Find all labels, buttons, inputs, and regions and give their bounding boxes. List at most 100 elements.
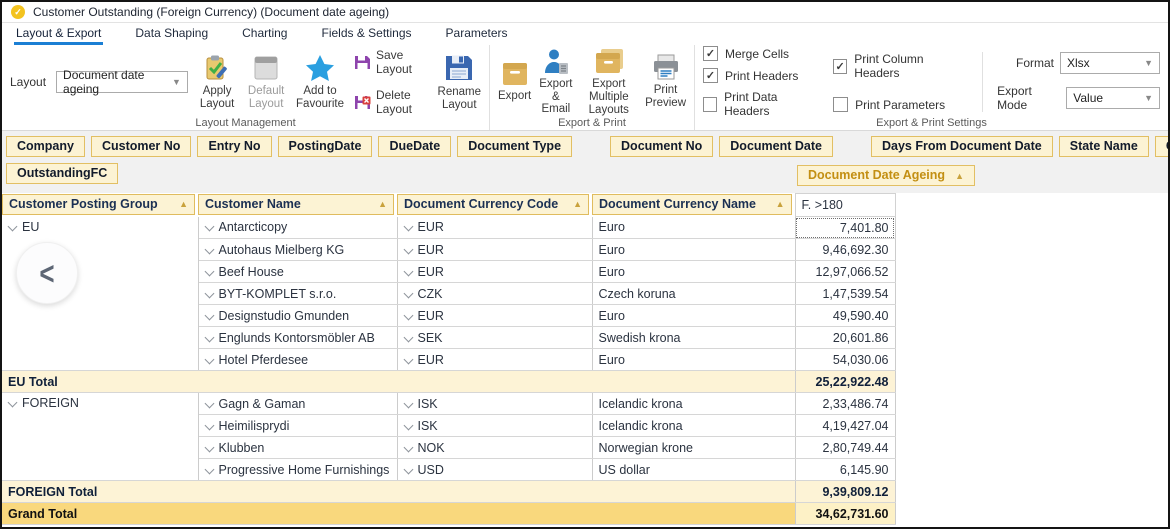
- collapse-chevron-icon[interactable]: [204, 442, 214, 452]
- value-cell-selected[interactable]: 7,401.80: [795, 217, 895, 239]
- customer-cell[interactable]: Beef House: [198, 261, 397, 283]
- collapse-chevron-icon[interactable]: [403, 354, 413, 364]
- customer-cell[interactable]: Autohaus Mielberg KG: [198, 239, 397, 261]
- collapse-chevron-icon[interactable]: [8, 221, 18, 231]
- collapse-chevron-icon[interactable]: [204, 332, 214, 342]
- chip-entry-no[interactable]: Entry No: [197, 136, 271, 157]
- header-value-column[interactable]: F. >180: [795, 194, 895, 217]
- header-customer-posting-group[interactable]: Customer Posting Group▲: [2, 194, 195, 215]
- currency-code-cell[interactable]: EUR: [397, 305, 592, 327]
- currency-name-cell[interactable]: Icelandic krona: [592, 415, 795, 437]
- collapse-panel-button[interactable]: <: [16, 242, 78, 304]
- currency-name-cell[interactable]: Czech koruna: [592, 283, 795, 305]
- add-to-favourite-button[interactable]: Add to Favourite: [296, 54, 344, 111]
- header-document-currency-name[interactable]: Document Currency Name▲: [592, 194, 792, 215]
- currency-code-cell[interactable]: ISK: [397, 393, 592, 415]
- currency-name-cell[interactable]: Euro: [592, 261, 795, 283]
- collapse-chevron-icon[interactable]: [403, 288, 413, 298]
- currency-code-cell[interactable]: EUR: [397, 239, 592, 261]
- foreign-total-value[interactable]: 9,39,809.12: [795, 481, 895, 503]
- collapse-chevron-icon[interactable]: [204, 398, 214, 408]
- collapse-chevron-icon[interactable]: [204, 420, 214, 430]
- currency-code-cell[interactable]: ISK: [397, 415, 592, 437]
- collapse-chevron-icon[interactable]: [403, 442, 413, 452]
- customer-cell[interactable]: Klubben: [198, 437, 397, 459]
- eu-total-value[interactable]: 25,22,922.48: [795, 371, 895, 393]
- export-multiple-layouts-button[interactable]: Export Multiple Layouts: [581, 47, 638, 117]
- currency-name-cell[interactable]: US dollar: [592, 459, 795, 481]
- currency-name-cell[interactable]: Icelandic krona: [592, 393, 795, 415]
- merge-cells-checkbox[interactable]: ✓ Merge Cells: [703, 46, 819, 61]
- chip-document-no[interactable]: Document No: [610, 136, 713, 157]
- collapse-chevron-icon[interactable]: [403, 420, 413, 430]
- customer-cell[interactable]: Hotel Pferdesee: [198, 349, 397, 371]
- chip-document-date[interactable]: Document Date: [719, 136, 833, 157]
- collapse-chevron-icon[interactable]: [204, 354, 214, 364]
- print-parameters-checkbox[interactable]: Print Parameters: [833, 97, 964, 112]
- chip-currency-code[interactable]: Currency Code: [1155, 136, 1170, 157]
- currency-name-cell[interactable]: Euro: [592, 217, 795, 239]
- chip-days-from-document-date[interactable]: Days From Document Date: [871, 136, 1053, 157]
- value-cell[interactable]: 2,33,486.74: [795, 393, 895, 415]
- tab-parameters[interactable]: Parameters: [444, 23, 510, 45]
- value-cell[interactable]: 4,19,427.04: [795, 415, 895, 437]
- value-cell[interactable]: 1,47,539.54: [795, 283, 895, 305]
- collapse-chevron-icon[interactable]: [204, 266, 214, 276]
- value-cell[interactable]: 9,46,692.30: [795, 239, 895, 261]
- layout-dropdown[interactable]: Document date ageing ▼: [56, 71, 188, 93]
- collapse-chevron-icon[interactable]: [403, 222, 413, 232]
- customer-cell[interactable]: Gagn & Gaman: [198, 393, 397, 415]
- chip-state-name[interactable]: State Name: [1059, 136, 1149, 157]
- chip-company[interactable]: Company: [6, 136, 85, 157]
- header-document-currency-code[interactable]: Document Currency Code▲: [397, 194, 589, 215]
- collapse-chevron-icon[interactable]: [204, 310, 214, 320]
- header-customer-name[interactable]: Customer Name▲: [198, 194, 394, 215]
- group-cell-foreign[interactable]: FOREIGN: [2, 393, 198, 481]
- currency-code-cell[interactable]: SEK: [397, 327, 592, 349]
- chip-document-date-ageing[interactable]: Document Date Ageing▲: [797, 165, 975, 186]
- value-cell[interactable]: 12,97,066.52: [795, 261, 895, 283]
- value-cell[interactable]: 6,145.90: [795, 459, 895, 481]
- currency-code-cell[interactable]: NOK: [397, 437, 592, 459]
- customer-cell[interactable]: Designstudio Gmunden: [198, 305, 397, 327]
- delete-layout-button[interactable]: Delete Layout: [354, 88, 428, 116]
- customer-cell[interactable]: Antarcticopy: [198, 217, 397, 239]
- collapse-chevron-icon[interactable]: [8, 398, 18, 408]
- collapse-chevron-icon[interactable]: [204, 244, 214, 254]
- customer-cell[interactable]: Englunds Kontorsmöbler AB: [198, 327, 397, 349]
- value-cell[interactable]: 49,590.40: [795, 305, 895, 327]
- collapse-chevron-icon[interactable]: [403, 266, 413, 276]
- currency-name-cell[interactable]: Euro: [592, 305, 795, 327]
- rename-layout-button[interactable]: Rename Layout: [438, 53, 481, 112]
- print-column-headers-checkbox[interactable]: ✓ Print Column Headers: [833, 52, 964, 80]
- print-headers-checkbox[interactable]: ✓ Print Headers: [703, 68, 819, 83]
- currency-code-cell[interactable]: EUR: [397, 261, 592, 283]
- chip-posting-date[interactable]: PostingDate: [278, 136, 373, 157]
- format-dropdown[interactable]: Xlsx ▼: [1060, 52, 1160, 74]
- currency-name-cell[interactable]: Euro: [592, 349, 795, 371]
- collapse-chevron-icon[interactable]: [403, 464, 413, 474]
- save-layout-button[interactable]: Save Layout: [354, 48, 428, 76]
- chip-customer-no[interactable]: Customer No: [91, 136, 191, 157]
- customer-cell[interactable]: Progressive Home Furnishings: [198, 459, 397, 481]
- grand-total-value[interactable]: 34,62,731.60: [795, 503, 895, 525]
- tab-layout-export[interactable]: Layout & Export: [14, 23, 103, 45]
- apply-layout-button[interactable]: Apply Layout: [198, 54, 236, 111]
- collapse-chevron-icon[interactable]: [403, 244, 413, 254]
- collapse-chevron-icon[interactable]: [204, 288, 214, 298]
- customer-cell[interactable]: Heimilisprydi: [198, 415, 397, 437]
- currency-name-cell[interactable]: Norwegian krone: [592, 437, 795, 459]
- print-data-headers-checkbox[interactable]: Print Data Headers: [703, 90, 819, 118]
- currency-name-cell[interactable]: Swedish krona: [592, 327, 795, 349]
- value-cell[interactable]: 20,601.86: [795, 327, 895, 349]
- collapse-chevron-icon[interactable]: [403, 398, 413, 408]
- currency-code-cell[interactable]: CZK: [397, 283, 592, 305]
- tab-charting[interactable]: Charting: [240, 23, 289, 45]
- chip-document-type[interactable]: Document Type: [457, 136, 572, 157]
- tab-data-shaping[interactable]: Data Shaping: [133, 23, 210, 45]
- default-layout-button[interactable]: Default Layout: [246, 54, 286, 111]
- value-cell[interactable]: 2,80,749.44: [795, 437, 895, 459]
- chip-due-date[interactable]: DueDate: [378, 136, 451, 157]
- tab-fields-settings[interactable]: Fields & Settings: [319, 23, 413, 45]
- collapse-chevron-icon[interactable]: [403, 310, 413, 320]
